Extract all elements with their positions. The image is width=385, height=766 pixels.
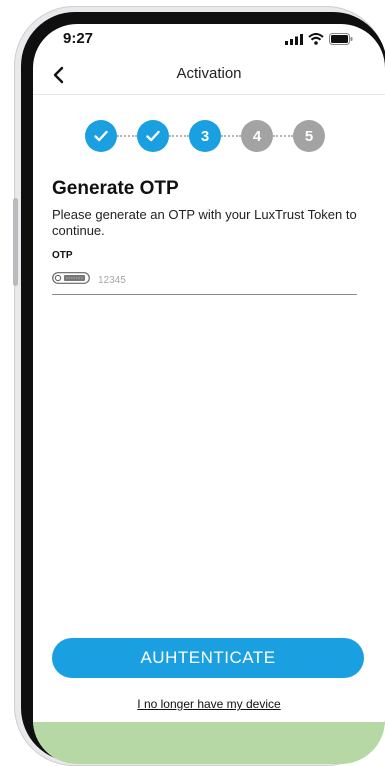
otp-field-label: OTP [52, 250, 73, 261]
checkmark-icon [146, 130, 160, 142]
step-connector [169, 135, 189, 137]
nav-title: Activation [176, 65, 242, 82]
app-screen: 9:27 Activation 3 4 5 Generate OTP Pleas… [33, 24, 385, 764]
cellular-signal-icon [285, 33, 303, 45]
step-connector [117, 135, 137, 137]
token-device-icon [52, 272, 90, 284]
page-description: Please generate an OTP with your LuxTrus… [52, 207, 357, 238]
bottom-strip [33, 722, 385, 764]
status-time: 9:27 [63, 30, 94, 47]
step-3-active: 3 [189, 120, 221, 152]
step-4-pending: 4 [241, 120, 273, 152]
otp-field [52, 270, 357, 295]
step-connector [273, 135, 293, 137]
step-5-pending: 5 [293, 120, 325, 152]
otp-input[interactable] [98, 272, 338, 288]
activation-stepper: 3 4 5 [85, 120, 325, 152]
status-icons [285, 33, 353, 45]
nav-bar: Activation [33, 58, 385, 94]
checkmark-icon [94, 130, 108, 142]
page-heading: Generate OTP [52, 178, 179, 199]
step-1-done [85, 120, 117, 152]
step-2-done [137, 120, 169, 152]
battery-icon [329, 33, 353, 45]
wifi-icon [308, 33, 324, 45]
step-connector [221, 135, 241, 137]
no-device-link[interactable]: I no longer have my device [33, 697, 385, 711]
authenticate-button[interactable]: AUHTENTICATE [52, 638, 364, 678]
nav-divider [33, 94, 385, 95]
phone-side-button [13, 198, 18, 286]
